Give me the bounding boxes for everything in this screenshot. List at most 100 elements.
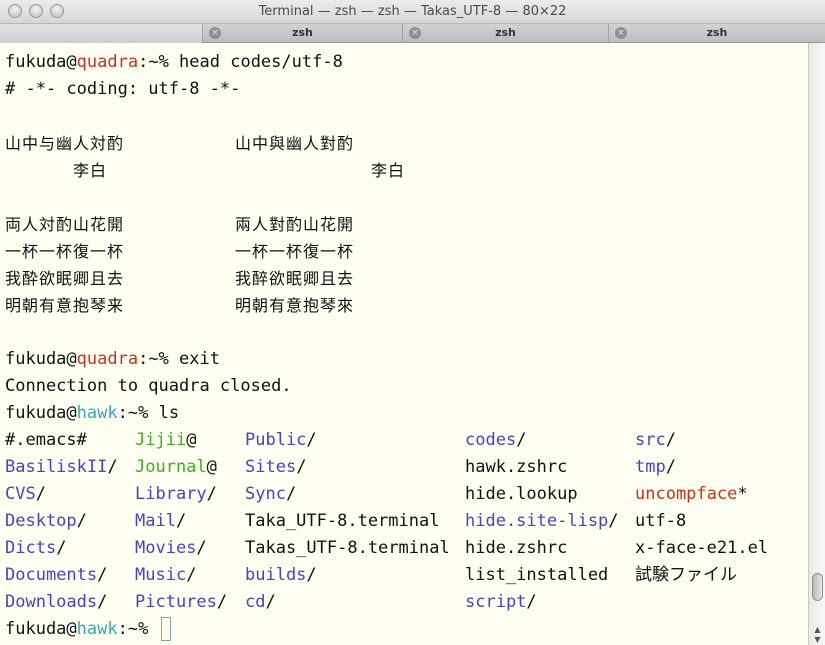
ls-entry-name: Sync xyxy=(245,484,286,504)
tab-zsh-2[interactable]: × zsh xyxy=(403,24,609,43)
ls-entry-suffix: / xyxy=(97,592,108,612)
ls-entry-name: list_installed xyxy=(465,565,609,585)
ls-entry: Public/ xyxy=(245,427,317,454)
ls-entry: hide.site-lisp/ xyxy=(465,508,619,535)
ls-entry: uncompface* xyxy=(635,481,748,508)
prompt-line: fukuda@hawk:~% xyxy=(5,616,808,643)
ls-entry-name: tmp xyxy=(635,457,666,477)
tab-blank[interactable] xyxy=(0,24,203,43)
ls-row: Downloads/Pictures/cd/script/ xyxy=(5,589,808,616)
title-bar[interactable]: Terminal — zsh — zsh — Takas_UTF-8 — 80×… xyxy=(0,0,825,24)
ls-entry-suffix: / xyxy=(306,430,317,450)
ls-entry-suffix: / xyxy=(285,484,297,504)
prompt-at: @ xyxy=(66,349,77,369)
ls-row: BasiliskII/Journal@ Sites/hawk.zshrc tmp/ xyxy=(5,454,808,481)
ls-entry-suffix: / xyxy=(206,484,217,504)
ls-row: Desktop/Mail/Taka_UTF-8.terminal hide.sit… xyxy=(5,508,808,535)
prompt-user: fukuda xyxy=(5,349,67,369)
ls-entry-name: Desktop xyxy=(5,511,77,531)
ls-entry-suffix: / xyxy=(296,457,307,477)
ls-entry: script/ xyxy=(465,589,537,616)
ls-entry-name: 試験ファイル xyxy=(635,565,737,585)
ls-entry: Pictures/ xyxy=(135,589,227,616)
ls-row: CVS/Library/Sync/hide.lookup uncompface* xyxy=(5,481,808,508)
ls-entry-name: BasiliskII xyxy=(5,457,108,477)
ls-entry-suffix: @ xyxy=(186,430,197,450)
text-cursor[interactable] xyxy=(160,617,171,641)
command-text: ls xyxy=(148,403,180,423)
vertical-scrollbar[interactable]: ▲ ▼ xyxy=(808,43,825,645)
ls-entry: builds/ xyxy=(245,562,317,589)
output-line: # -*- coding: utf-8 -*- xyxy=(5,79,241,99)
ls-entry-name: Library xyxy=(135,484,207,504)
ls-row: Documents/Music/builds/list_installed 試験フ… xyxy=(5,562,808,589)
ls-entry-name: Takas_UTF-8.terminal xyxy=(245,538,450,558)
ls-output: #.emacs# Jijii@ Public/codes/src/BasiliskI… xyxy=(5,427,808,616)
ls-entry: utf-8 xyxy=(635,508,686,535)
poem-left: 両人対酌山花開 xyxy=(5,215,125,234)
scrollbar-thumb[interactable] xyxy=(812,573,823,601)
tab-zsh-3[interactable]: × zsh xyxy=(609,24,825,43)
ls-entry-name: src xyxy=(635,430,666,450)
prompt-suffix: :~% xyxy=(117,403,149,423)
ls-entry: codes/ xyxy=(465,427,526,454)
ls-entry: Library/ xyxy=(135,481,217,508)
poem-line: 我酔欲眠卿且去 我醉欲眠卿且去 xyxy=(5,265,808,292)
prompt-at: @ xyxy=(66,403,77,423)
poem-right: 山中與幽人對酌 xyxy=(235,134,355,153)
prompt-host: quadra xyxy=(76,349,139,369)
terminal-output[interactable]: fukuda@quadra:~% head codes/utf-8 # -*- … xyxy=(0,49,808,645)
scroll-down-arrow-icon[interactable]: ▼ xyxy=(811,635,824,644)
ls-entry-name: Dicts xyxy=(5,538,57,558)
ls-entry-suffix: / xyxy=(186,565,197,585)
ls-row: #.emacs# Jijii@ Public/codes/src/ xyxy=(5,427,808,454)
ls-entry: 試験ファイル xyxy=(635,562,737,589)
ls-entry: Dicts/ xyxy=(5,535,66,562)
poem-left: 我酔欲眠卿且去 xyxy=(5,269,125,288)
ls-entry: Movies/ xyxy=(135,535,207,562)
poem-line: 一杯一杯復一杯 一杯一杯復一杯 xyxy=(5,238,808,265)
ls-entry-name: hide.zshrc xyxy=(465,538,568,558)
ls-entry: Mail/ xyxy=(135,508,186,535)
poem-right: 一杯一杯復一杯 xyxy=(235,242,355,261)
tab-bar: × zsh × zsh × zsh xyxy=(0,24,825,43)
ls-entry-name: CVS xyxy=(5,484,36,504)
ls-entry: x-face-e21.el xyxy=(635,535,768,562)
prompt-line: fukuda@quadra:~% exit xyxy=(5,346,808,373)
scroll-up-arrow-icon[interactable]: ▲ xyxy=(811,625,824,634)
ls-entry-suffix: / xyxy=(306,565,317,585)
ls-entry-name: Movies xyxy=(135,538,197,558)
poem-right: 明朝有意抱琴來 xyxy=(235,296,355,315)
command-text: head codes/utf-8 xyxy=(168,52,343,72)
tab-zsh-1[interactable]: × zsh xyxy=(203,24,403,43)
prompt-host: hawk xyxy=(76,619,118,639)
ls-entry-name: Public xyxy=(245,430,307,450)
ls-entry-name: Jijii xyxy=(135,430,187,450)
ls-entry-suffix: / xyxy=(56,538,67,558)
poem-left: 山中与幽人対酌 xyxy=(5,134,125,153)
window-title: Terminal — zsh — zsh — Takas_UTF-8 — 80×… xyxy=(258,4,567,19)
ls-entry-suffix: * xyxy=(737,484,748,504)
ls-entry-name: Mail xyxy=(135,511,176,531)
ls-entry-name: x-face-e21.el xyxy=(635,538,769,558)
ls-entry: Documents/ xyxy=(5,562,107,589)
ls-entry-name: codes xyxy=(465,430,517,450)
poem-line: 山中与幽人対酌 山中與幽人對酌 xyxy=(5,130,808,157)
ls-entry-name: Music xyxy=(135,565,187,585)
ls-entry-suffix: / xyxy=(35,484,46,504)
ls-entry: hide.zshrc xyxy=(465,535,567,562)
poem-right: 兩人對酌山花開 xyxy=(235,215,355,234)
tab-label: zsh xyxy=(495,26,516,39)
ls-entry: cd/ xyxy=(245,589,276,616)
ls-entry-name: Documents xyxy=(5,565,98,585)
ls-entry-suffix: / xyxy=(196,538,207,558)
ls-entry-name: Taka_UTF-8.terminal xyxy=(245,511,440,531)
prompt-at: @ xyxy=(66,52,77,72)
poem-left: 李白 xyxy=(5,161,108,180)
tab-label: zsh xyxy=(292,26,313,39)
prompt-line: fukuda@quadra:~% head codes/utf-8 xyxy=(5,49,808,76)
poem-line: 明朝有意抱琴来 明朝有意抱琴來 xyxy=(5,292,808,319)
